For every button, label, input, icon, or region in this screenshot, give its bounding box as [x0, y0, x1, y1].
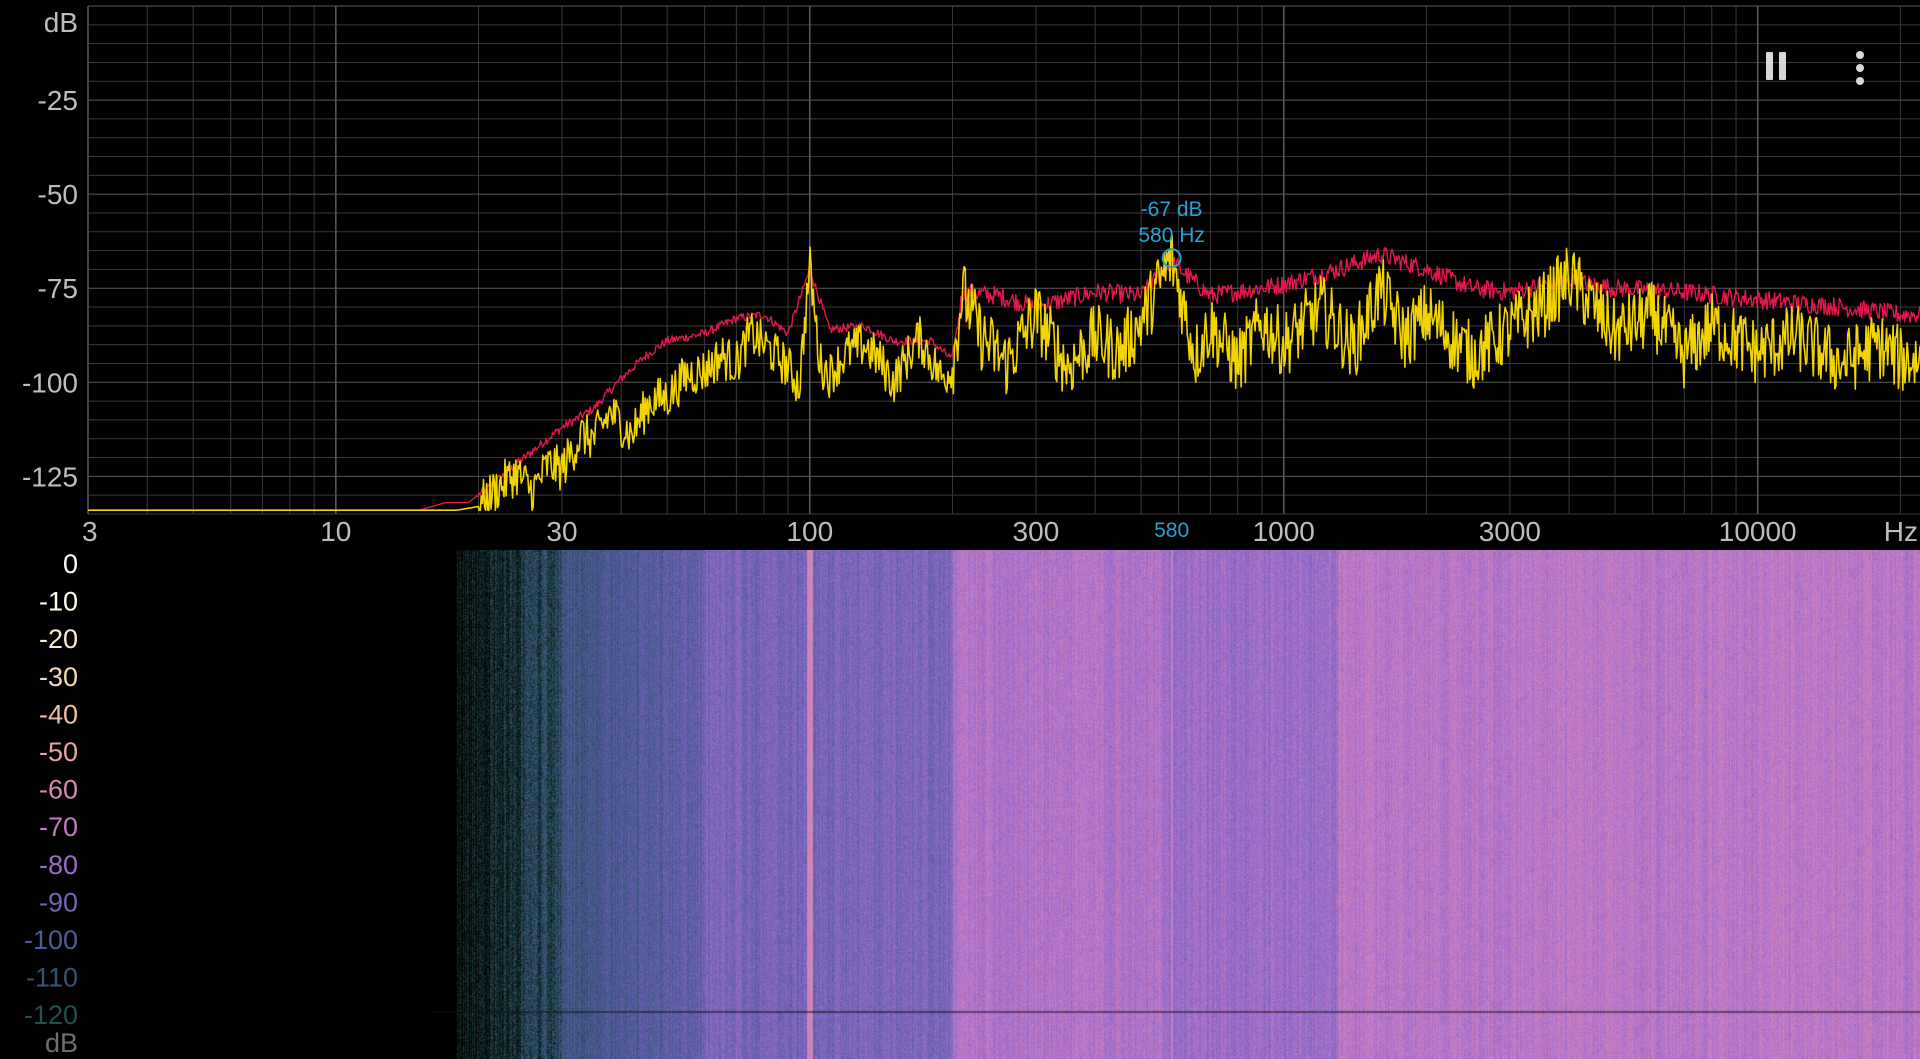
x-tick-label: 1000: [1253, 516, 1315, 547]
spectrogram-panel[interactable]: 0 -10 -20 -30 -40 -50 -60 -70 -80 -90 -100 -110 -120…: [0, 550, 1920, 1059]
colorbar-label: -80: [39, 850, 78, 880]
y-tick-label: -50: [38, 179, 78, 210]
pause-icon: [1763, 51, 1789, 85]
x-tick-label: 300: [1013, 516, 1060, 547]
x-unit-label: Hz: [1884, 516, 1918, 547]
colorbar-label: -100: [24, 925, 78, 955]
colorbar-label: -10: [39, 587, 78, 617]
spectrum-line: [88, 234, 1920, 511]
spectrogram-colorbar-labels: 0 -10 -20 -30 -40 -50 -60 -70 -80 -90 -100 -110 -120…: [24, 550, 78, 1058]
colorbar-label: -60: [39, 775, 78, 805]
colorbar-label: -90: [39, 887, 78, 917]
x-tick-label: 3000: [1479, 516, 1541, 547]
spectrum-chart[interactable]: -25 -50 -75 -100 -125 dB 3 10 30 100 300 1000 3000 10…: [0, 0, 1920, 550]
colorbar-label: -30: [39, 662, 78, 692]
colorbar-label: -50: [39, 737, 78, 767]
x-tick-label: 10: [320, 516, 351, 547]
spectrum-analyzer-panel[interactable]: -25 -50 -75 -100 -125 dB 3 10 30 100 300 1000 3000 10…: [0, 0, 1920, 550]
peak-marker-axis-label: 580: [1154, 519, 1189, 542]
y-tick-label: -75: [38, 273, 78, 304]
pause-button[interactable]: [1752, 44, 1800, 92]
peak-marker-hz-label: 580 Hz: [1138, 224, 1205, 247]
colorbar-label: 0: [63, 550, 78, 579]
x-tick-label: 10000: [1719, 516, 1797, 547]
x-tick-label: 3: [82, 516, 98, 547]
peak-marker-db-label: -67 dB: [1141, 198, 1203, 221]
peak-hold-line: [88, 246, 1920, 511]
y-unit-label: dB: [44, 7, 78, 38]
colorbar-label: -120: [24, 1000, 78, 1030]
x-tick-label: 100: [786, 516, 833, 547]
more-options-button[interactable]: [1836, 44, 1884, 92]
y-tick-label: -100: [22, 367, 78, 398]
y-tick-label: -125: [22, 461, 78, 492]
colorbar-label: -40: [39, 699, 78, 729]
colorbar-label: -20: [39, 624, 78, 654]
colorbar-label: -110: [26, 963, 78, 993]
x-tick-label: 30: [546, 516, 577, 547]
y-tick-label: -25: [38, 85, 78, 116]
colorbar-unit-label: dB: [45, 1028, 78, 1058]
more-vert-icon: [1856, 49, 1864, 88]
colorbar-label: -70: [39, 812, 78, 842]
